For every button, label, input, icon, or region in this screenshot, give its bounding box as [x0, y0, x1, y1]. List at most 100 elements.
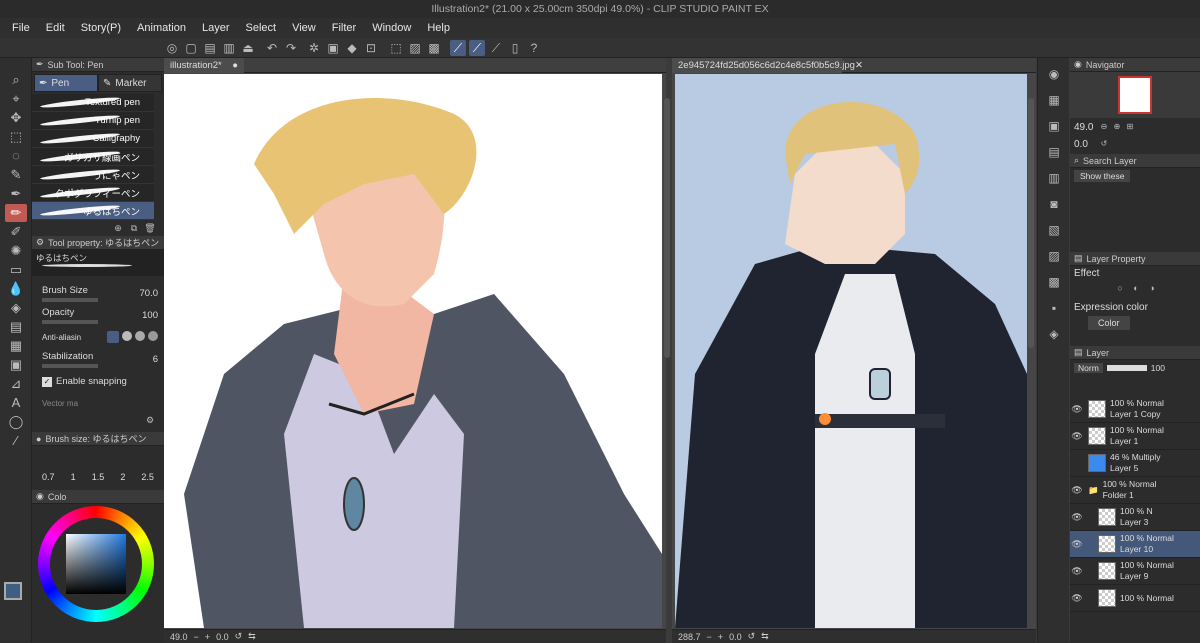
- material-icon[interactable]: ▣: [1043, 116, 1065, 136]
- operation-tool-icon[interactable]: ⌖: [5, 90, 27, 108]
- menu-select[interactable]: Select: [238, 18, 285, 38]
- deselect-icon[interactable]: ⬚: [388, 40, 404, 56]
- eye-icon[interactable]: 👁: [1070, 512, 1084, 523]
- menu-animation[interactable]: Animation: [129, 18, 194, 38]
- material-color-icon[interactable]: ▤: [1043, 142, 1065, 162]
- eye-icon[interactable]: 👁: [1070, 485, 1084, 496]
- blend-tool-icon[interactable]: 💧: [5, 280, 27, 298]
- reference-image[interactable]: [675, 74, 1027, 628]
- transform-icon[interactable]: ⊡: [363, 40, 379, 56]
- save-icon[interactable]: ▥: [221, 40, 237, 56]
- antialias-weak-icon[interactable]: [122, 331, 132, 341]
- help-icon[interactable]: ?: [526, 40, 542, 56]
- antialias-none-icon[interactable]: [107, 331, 119, 343]
- zoom-tool-icon[interactable]: ⌕: [5, 71, 27, 89]
- snapping-checkbox[interactable]: ✓: [42, 376, 52, 387]
- create-subtool-icon[interactable]: ⊕: [112, 222, 124, 234]
- antialias-mid-icon[interactable]: [135, 331, 145, 341]
- angle-value[interactable]: 0.0: [729, 632, 742, 642]
- antialias-strong-icon[interactable]: [148, 331, 158, 341]
- layer-row[interactable]: 👁 100 % N Layer 3: [1070, 504, 1200, 531]
- fill-tool-icon[interactable]: ◈: [5, 299, 27, 317]
- menu-story[interactable]: Story(P): [73, 18, 129, 38]
- size-preset[interactable]: 1: [71, 472, 76, 482]
- menu-edit[interactable]: Edit: [38, 18, 73, 38]
- doc-tab-reference[interactable]: 2e945724fd25d056c6d2c4e8c5f0b5c9.jpg ✕: [672, 57, 863, 73]
- pen-tool-icon[interactable]: ✒: [5, 185, 27, 203]
- manga-material-icon[interactable]: ▪: [1043, 298, 1065, 318]
- close-icon[interactable]: ✕: [855, 58, 863, 73]
- color-square[interactable]: [66, 534, 126, 594]
- opacity-value[interactable]: 100: [142, 310, 158, 321]
- correct-line-tool-icon[interactable]: ∕: [5, 432, 27, 450]
- zoom-out-icon[interactable]: −: [194, 632, 199, 642]
- layer-row[interactable]: 👁 100 % Normal Layer 9: [1070, 558, 1200, 585]
- camera-icon[interactable]: ◙: [1043, 194, 1065, 214]
- export-icon[interactable]: ⏏: [240, 40, 256, 56]
- navigator-preview[interactable]: [1070, 72, 1200, 118]
- brush-item[interactable]: ガサガサ線画ペン: [32, 148, 154, 166]
- image-material-icon[interactable]: ▧: [1043, 220, 1065, 240]
- layer-color-icon[interactable]: ◑: [1146, 282, 1158, 294]
- eye-icon[interactable]: 👁: [1070, 593, 1084, 604]
- 3d-material-icon[interactable]: ◈: [1043, 324, 1065, 344]
- menu-help[interactable]: Help: [419, 18, 458, 38]
- canvas-scrollbar[interactable]: [664, 98, 670, 358]
- search-filter-select[interactable]: Show these: [1074, 170, 1131, 182]
- brush-item[interactable]: タポグラフィーペン: [32, 184, 154, 202]
- brush-size-slider[interactable]: [42, 297, 98, 302]
- rotate-icon[interactable]: ↺: [748, 631, 756, 642]
- frame-material-icon[interactable]: ▩: [1043, 272, 1065, 292]
- pattern-icon[interactable]: ▨: [1043, 246, 1065, 266]
- clear-selection-icon[interactable]: ▣: [325, 40, 341, 56]
- menu-file[interactable]: File: [4, 18, 38, 38]
- snapping-row[interactable]: ✓ Enable snapping: [32, 370, 164, 392]
- layer-opacity-slider[interactable]: [1106, 365, 1147, 371]
- size-preset[interactable]: 1.5: [92, 472, 105, 482]
- pencil-tool-icon[interactable]: ✏: [5, 204, 27, 222]
- brush-size-value[interactable]: 70.0: [140, 288, 159, 299]
- undo-icon[interactable]: ↶: [264, 40, 280, 56]
- figure-tool-icon[interactable]: ▦: [5, 337, 27, 355]
- snap-ruler-icon[interactable]: ⟋: [450, 40, 466, 56]
- subtool-tab-pen[interactable]: ✒ Pen: [34, 74, 98, 92]
- sub-view-icon[interactable]: ▦: [1043, 90, 1065, 110]
- opacity-slider[interactable]: [42, 319, 98, 324]
- clear-icon[interactable]: ✲: [306, 40, 322, 56]
- new-file-icon[interactable]: ▢: [183, 40, 199, 56]
- zoom-value[interactable]: 288.7: [678, 632, 701, 642]
- rotate-icon[interactable]: ↺: [1099, 139, 1109, 149]
- ruler-tool-icon[interactable]: ⊿: [5, 375, 27, 393]
- material-mono-icon[interactable]: ▥: [1043, 168, 1065, 188]
- size-preset[interactable]: 2.5: [141, 472, 154, 482]
- flip-icon[interactable]: ⇆: [761, 631, 769, 642]
- nav-angle-value[interactable]: 0.0: [1074, 139, 1096, 150]
- zoom-out-icon[interactable]: ⊖: [1099, 122, 1109, 132]
- fill-icon[interactable]: ◆: [344, 40, 360, 56]
- eraser-tool-icon[interactable]: ▭: [5, 261, 27, 279]
- copy-subtool-icon[interactable]: ⧉: [128, 222, 140, 234]
- lasso-tool-icon[interactable]: ◌: [5, 147, 27, 165]
- delete-subtool-icon[interactable]: 🗑: [144, 222, 156, 234]
- expression-color-select[interactable]: Color: [1088, 316, 1130, 330]
- color-wheel[interactable]: [38, 506, 154, 622]
- main-drawing[interactable]: [164, 74, 662, 628]
- layer-row[interactable]: 👁 100 % Normal Layer 1 Copy: [1070, 396, 1200, 423]
- eye-icon[interactable]: 👁: [1070, 539, 1084, 550]
- angle-value[interactable]: 0.0: [216, 632, 229, 642]
- zoom-out-icon[interactable]: −: [707, 632, 712, 642]
- zoom-value[interactable]: 49.0: [170, 632, 188, 642]
- blend-mode-select[interactable]: Norm: [1074, 363, 1103, 373]
- eye-icon[interactable]: 👁: [1070, 431, 1084, 442]
- doc-tab-illustration[interactable]: illustration2* ●: [164, 57, 244, 73]
- zoom-in-icon[interactable]: +: [718, 632, 723, 642]
- open-icon[interactable]: ▤: [202, 40, 218, 56]
- selection-border-icon[interactable]: ▩: [426, 40, 442, 56]
- navigator-icon[interactable]: ◉: [1043, 64, 1065, 84]
- subtool-tab-marker[interactable]: ✎ Marker: [98, 74, 162, 92]
- border-effect-icon[interactable]: ○: [1114, 282, 1126, 294]
- layer-row[interactable]: 👁 100 % Normal Layer 1: [1070, 423, 1200, 450]
- eyedropper-tool-icon[interactable]: ✎: [5, 166, 27, 184]
- redo-icon[interactable]: ↷: [283, 40, 299, 56]
- brush-size-row[interactable]: Brush Size 70.0: [32, 282, 164, 304]
